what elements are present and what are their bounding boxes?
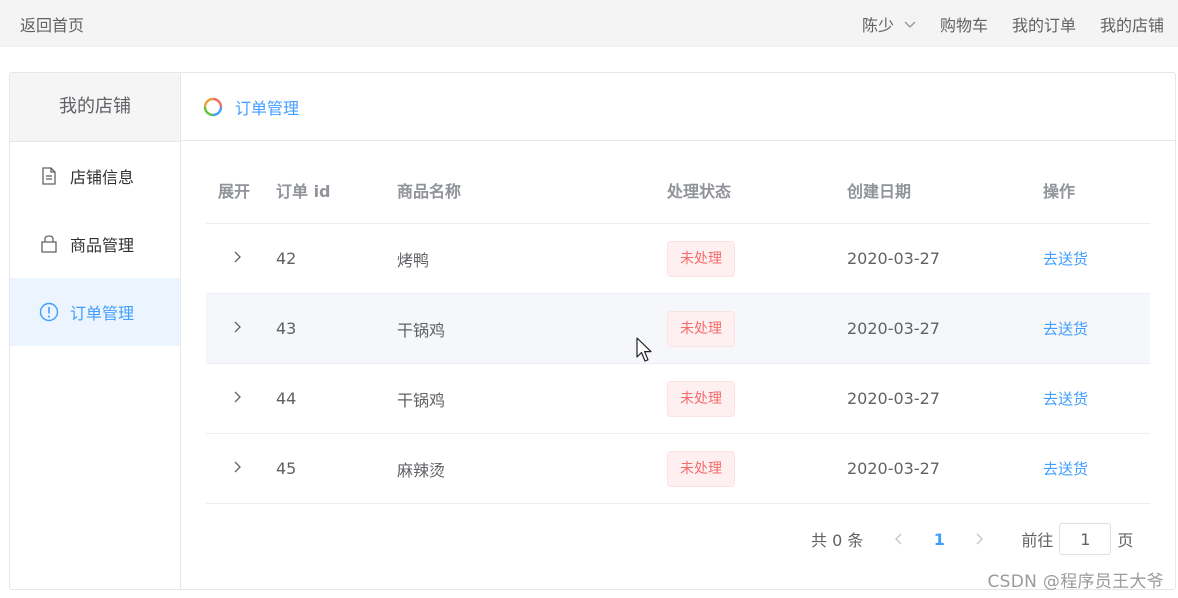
action-cell: 去送货 bbox=[1043, 248, 1150, 269]
chevron-right-icon[interactable] bbox=[230, 320, 244, 334]
chevron-right-icon bbox=[976, 533, 984, 545]
expand-cell bbox=[206, 459, 276, 478]
sidebar-item-store-info[interactable]: 店铺信息 bbox=[10, 142, 180, 210]
column-header-status: 处理状态 bbox=[667, 182, 732, 201]
product-name-cell: 干锅鸡 bbox=[397, 390, 446, 410]
chevron-left-icon bbox=[895, 533, 902, 545]
status-badge: 未处理 bbox=[667, 380, 735, 417]
page-suffix: 页 bbox=[1117, 531, 1134, 550]
column-header-actions: 操作 bbox=[1043, 182, 1076, 201]
column-header-order-id: 订单 id bbox=[276, 182, 331, 201]
chevron-down-icon bbox=[904, 21, 916, 28]
table-row: 42 烤鸭 未处理 2020-03-27 去送货 bbox=[206, 224, 1150, 294]
date-cell: 2020-03-27 bbox=[847, 389, 940, 408]
date-cell: 2020-03-27 bbox=[847, 319, 940, 338]
status-cell: 未处理 bbox=[667, 380, 847, 417]
product-name-cell: 麻辣烫 bbox=[397, 460, 446, 480]
expand-cell bbox=[206, 249, 276, 268]
content-header: 订单管理 bbox=[181, 73, 1175, 141]
top-navbar: 返回首页 陈少 购物车 我的订单 我的店铺 bbox=[0, 0, 1178, 47]
shopping-bag-icon bbox=[38, 233, 60, 255]
goto-page-input[interactable] bbox=[1059, 523, 1112, 555]
sidebar-item-orders[interactable]: 订单管理 bbox=[10, 278, 180, 346]
status-cell: 未处理 bbox=[667, 310, 847, 347]
expand-cell bbox=[206, 389, 276, 408]
table-row: 45 麻辣烫 未处理 2020-03-27 去送货 bbox=[206, 434, 1150, 504]
status-badge: 未处理 bbox=[667, 450, 735, 487]
loading-spinner-icon bbox=[203, 97, 223, 116]
order-id-cell: 42 bbox=[276, 249, 297, 268]
date-cell: 2020-03-27 bbox=[847, 459, 940, 478]
orders-table: 展开 订单 id 商品名称 处理状态 创建日期 操作 42 烤鸭 未处理 202… bbox=[206, 157, 1150, 504]
chevron-right-icon[interactable] bbox=[230, 390, 244, 404]
back-home-link[interactable]: 返回首页 bbox=[20, 12, 84, 36]
table-row: 44 干锅鸡 未处理 2020-03-27 去送货 bbox=[206, 364, 1150, 434]
content-area: 订单管理 展开 订单 id 商品名称 处理状态 创建日期 操作 42 烤鸭 未处… bbox=[181, 73, 1175, 589]
page-title: 订单管理 bbox=[235, 98, 300, 118]
mouse-cursor-icon bbox=[636, 337, 652, 362]
column-header-product-name: 商品名称 bbox=[397, 182, 462, 201]
sidebar-title: 我的店铺 bbox=[10, 73, 180, 142]
store-panel: 我的店铺 店铺信息 商品管理 订单管理 订单管理 展开 订单 id 商品名称 处… bbox=[9, 72, 1176, 590]
product-name-cell: 烤鸭 bbox=[397, 250, 430, 270]
page-number-current[interactable]: 1 bbox=[921, 530, 957, 549]
order-id-cell: 43 bbox=[276, 319, 297, 338]
pagination: 共 0 条 1 前往 页 bbox=[811, 522, 1133, 556]
table-row: 43 干锅鸡 未处理 2020-03-27 去送货 bbox=[206, 294, 1150, 364]
action-cell: 去送货 bbox=[1043, 458, 1150, 479]
user-name: 陈少 bbox=[861, 16, 894, 35]
sidebar-item-label: 订单管理 bbox=[70, 304, 135, 323]
action-cell: 去送货 bbox=[1043, 318, 1150, 339]
my-store-link[interactable]: 我的店铺 bbox=[1100, 12, 1164, 36]
my-orders-link[interactable]: 我的订单 bbox=[1012, 12, 1076, 36]
watermark: CSDN @程序员王大爷 bbox=[987, 572, 1164, 592]
ship-order-link[interactable]: 去送货 bbox=[1043, 390, 1088, 408]
prev-page-button[interactable] bbox=[885, 525, 913, 553]
user-menu[interactable]: 陈少 bbox=[862, 12, 916, 36]
product-name-cell: 干锅鸡 bbox=[397, 320, 446, 340]
order-id-cell: 45 bbox=[276, 459, 297, 478]
status-cell: 未处理 bbox=[667, 240, 847, 277]
goto-label: 前往 bbox=[1021, 531, 1054, 550]
sidebar: 我的店铺 店铺信息 商品管理 订单管理 bbox=[10, 73, 181, 589]
chevron-right-icon[interactable] bbox=[230, 250, 244, 264]
cart-link[interactable]: 购物车 bbox=[940, 12, 988, 36]
status-cell: 未处理 bbox=[667, 450, 847, 487]
total-count: 共 0 条 bbox=[811, 531, 864, 550]
table-header: 展开 订单 id 商品名称 处理状态 创建日期 操作 bbox=[206, 157, 1150, 224]
status-badge: 未处理 bbox=[667, 310, 735, 347]
chevron-right-icon[interactable] bbox=[230, 460, 244, 474]
top-nav-right: 陈少 购物车 我的订单 我的店铺 bbox=[862, 12, 1164, 36]
column-header-created-date: 创建日期 bbox=[847, 182, 912, 201]
ship-order-link[interactable]: 去送货 bbox=[1043, 460, 1088, 478]
sidebar-item-label: 商品管理 bbox=[70, 236, 135, 255]
ship-order-link[interactable]: 去送货 bbox=[1043, 320, 1088, 338]
status-badge: 未处理 bbox=[667, 240, 735, 277]
next-page-button[interactable] bbox=[965, 525, 993, 553]
order-id-cell: 44 bbox=[276, 389, 297, 408]
column-header-expand: 展开 bbox=[218, 182, 251, 201]
expand-cell bbox=[206, 319, 276, 338]
document-icon bbox=[38, 165, 60, 187]
ship-order-link[interactable]: 去送货 bbox=[1043, 250, 1088, 268]
action-cell: 去送货 bbox=[1043, 388, 1150, 409]
sidebar-item-label: 店铺信息 bbox=[70, 168, 135, 187]
date-cell: 2020-03-27 bbox=[847, 249, 940, 268]
sidebar-item-products[interactable]: 商品管理 bbox=[10, 210, 180, 278]
warning-circle-icon bbox=[38, 301, 60, 323]
